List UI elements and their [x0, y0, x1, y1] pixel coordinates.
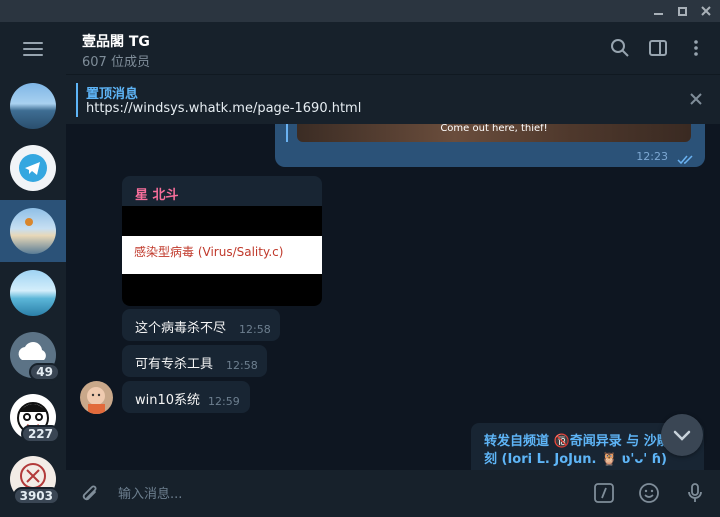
message-input[interactable]	[110, 480, 580, 508]
message-area[interactable]: Come out here, thief! 12:23 星 北斗 感染型病毒 (…	[66, 124, 720, 470]
close-pinned-icon[interactable]	[688, 91, 704, 107]
double-check-icon	[677, 151, 695, 165]
attach-icon[interactable]	[80, 483, 100, 505]
microphone-icon[interactable]	[684, 482, 706, 504]
chat-header: 壹品閣 TG 607 位成员	[66, 22, 720, 74]
pinned-message-bar[interactable]: 置顶消息 https://windsys.whatk.me/page-1690.…	[66, 74, 720, 124]
message-composer	[66, 470, 720, 517]
reply-quote-line	[286, 124, 288, 142]
chevron-down-icon	[673, 430, 691, 441]
message-time: 12:23	[636, 150, 668, 163]
maximize-icon[interactable]	[674, 3, 690, 19]
chat-avatar-seal[interactable]: 3903	[10, 456, 60, 505]
screenshot-image[interactable]: 感染型病毒 (Virus/Sality.c)	[122, 206, 322, 306]
video-thumbnail[interactable]: Come out here, thief!	[297, 124, 691, 142]
chat-list-rail: 49 227 3903	[0, 22, 66, 517]
message-time: 12:59	[208, 395, 240, 408]
outgoing-video-message[interactable]: Come out here, thief! 12:23	[275, 124, 705, 167]
chat-title[interactable]: 壹品閣 TG	[82, 31, 150, 51]
chat-avatar-telegram[interactable]	[10, 145, 56, 191]
incoming-image-message[interactable]: 星 北斗 感染型病毒 (Virus/Sality.c)	[122, 176, 322, 306]
chat-avatar-beach[interactable]	[10, 270, 56, 316]
unread-badge: 3903	[12, 487, 60, 505]
sender-name[interactable]: 星 北斗	[135, 184, 179, 203]
pinned-title: 置顶消息	[86, 87, 139, 102]
scroll-down-button[interactable]	[661, 414, 703, 456]
unread-badge: 49	[29, 363, 60, 381]
chat-avatar-cloud[interactable]: 49	[10, 332, 60, 381]
chat-avatar-cartoon[interactable]: 227	[10, 394, 60, 443]
more-options-icon[interactable]	[686, 38, 706, 58]
user-avatar[interactable]	[80, 381, 113, 414]
message-text: 可有专杀工具	[135, 357, 214, 372]
pinned-accent-bar	[76, 83, 78, 117]
telegram-logo-icon	[19, 154, 47, 182]
chat-avatar-balloon[interactable]	[10, 208, 56, 254]
incoming-text-message[interactable]: 这个病毒杀不尽 12:58	[122, 309, 280, 341]
bot-commands-icon[interactable]	[593, 482, 615, 504]
incoming-text-message[interactable]: win10系统 12:59	[122, 381, 250, 413]
pinned-link[interactable]: https://windsys.whatk.me/page-1690.html	[86, 101, 361, 116]
menu-icon[interactable]	[23, 42, 43, 56]
balloon-icon	[25, 218, 33, 226]
message-time: 12:58	[226, 359, 258, 372]
member-count: 607 位成员	[82, 55, 150, 70]
emoji-icon[interactable]	[638, 482, 660, 504]
forwarded-from-label[interactable]: 转发自频道 🔞奇闻异录 与 沙雕	[484, 430, 670, 449]
incoming-text-message[interactable]: 可有专杀工具 12:58	[122, 345, 267, 377]
telegram-window: 49 227 3903 壹品閣 TG 607 位成员 置顶消息 https://…	[0, 0, 720, 517]
message-time: 12:58	[239, 323, 271, 336]
chat-avatar-lake[interactable]	[10, 83, 56, 129]
search-icon[interactable]	[610, 38, 630, 58]
minimize-icon[interactable]	[650, 3, 666, 19]
unread-badge: 227	[20, 425, 60, 443]
image-virus-text: 感染型病毒 (Virus/Sality.c)	[134, 245, 284, 259]
message-text: win10系统	[135, 393, 201, 408]
window-titlebar	[0, 0, 720, 22]
sidebar-toggle-icon[interactable]	[648, 38, 668, 58]
forwarded-from-author[interactable]: 刻 (Iori L. JoJun. 🦉 ʋ'ᴗ' ɦ)	[484, 448, 667, 467]
video-caption: Come out here, thief!	[440, 124, 548, 134]
close-window-icon[interactable]	[698, 3, 714, 19]
message-text: 这个病毒杀不尽	[135, 321, 227, 336]
